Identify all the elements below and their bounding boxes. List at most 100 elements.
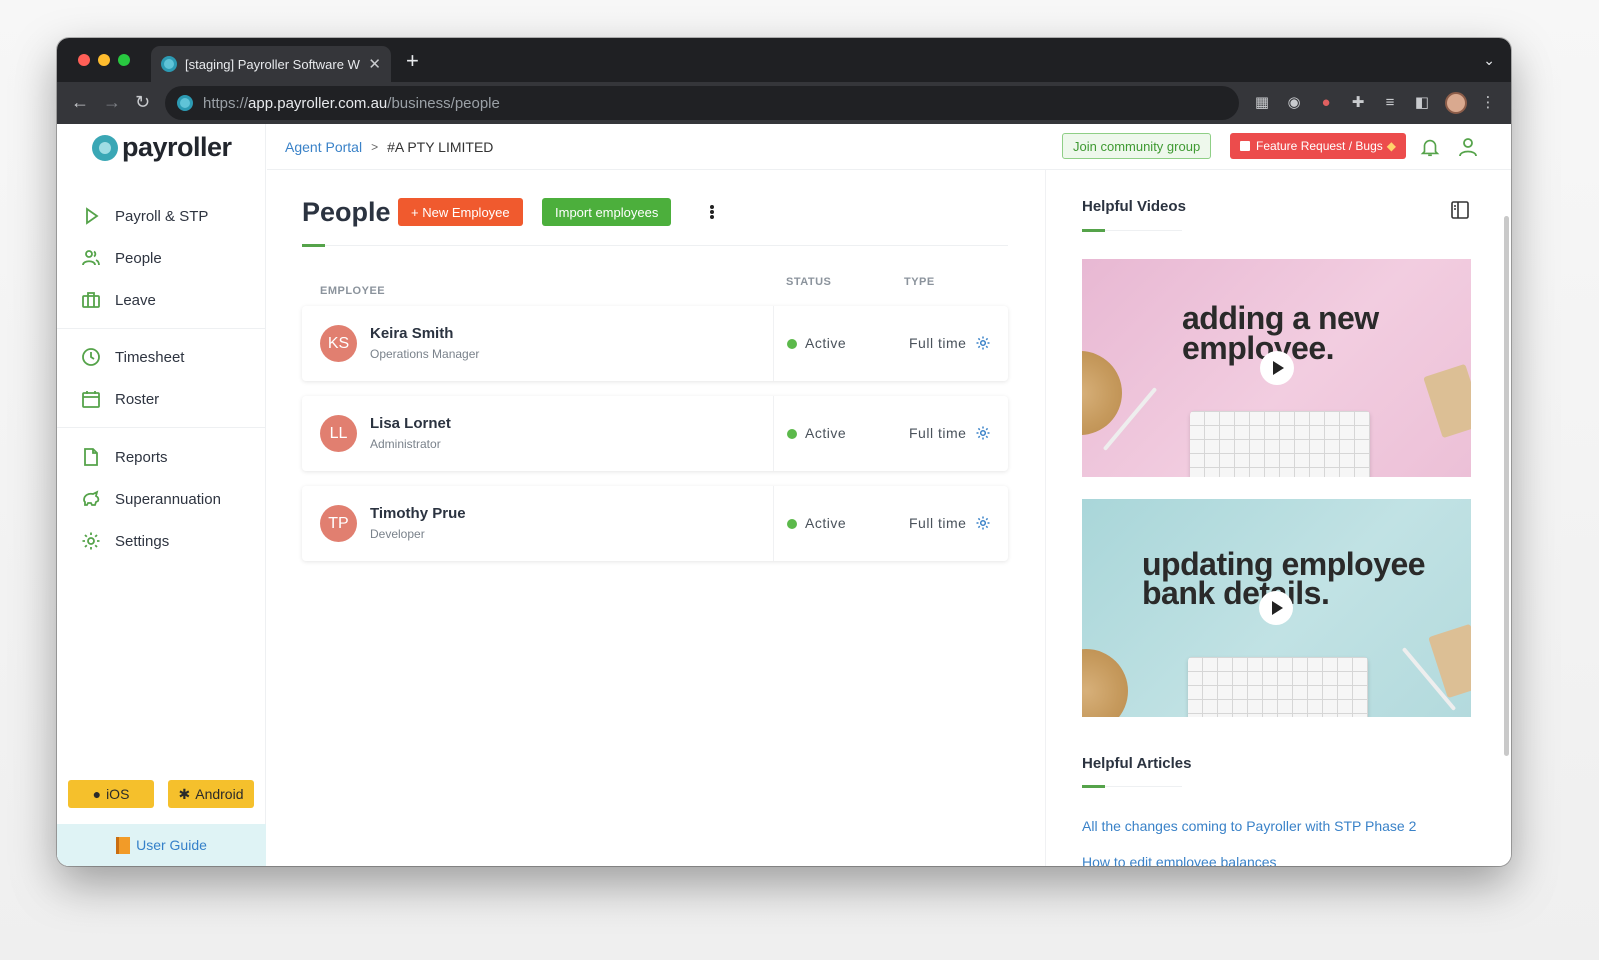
table-row[interactable]: TP Timothy Prue Developer Active Full ti… <box>302 486 1008 561</box>
clock-icon <box>82 348 100 366</box>
new-tab-button[interactable]: + <box>406 50 419 72</box>
user-guide-link[interactable]: User Guide <box>57 824 266 866</box>
sidebar-item-reports[interactable]: Reports <box>81 442 168 472</box>
helpful-articles-heading: Helpful Articles <box>1082 755 1192 772</box>
wood-block-illustration <box>1423 363 1471 439</box>
android-app-button[interactable]: ✱ Android <box>168 780 254 808</box>
column-header-status: STATUS <box>786 276 832 288</box>
breadcrumb-current: #A PTY LIMITED <box>387 139 494 155</box>
employment-type: Full time <box>909 515 967 531</box>
status-dot-icon <box>787 519 797 529</box>
sidebar-item-label: Roster <box>115 390 160 408</box>
employee-role: Operations Manager <box>370 347 480 361</box>
settings-gear-icon[interactable] <box>975 515 991 531</box>
payroller-logo-icon <box>92 134 118 161</box>
employment-type: Full time <box>909 425 967 441</box>
play-outline-icon <box>86 207 99 225</box>
employee-name[interactable]: Timothy Prue <box>370 505 466 522</box>
table-row[interactable]: LL Lisa Lornet Administrator Active Full… <box>302 396 1008 471</box>
status-dot-icon <box>787 429 797 439</box>
play-icon[interactable] <box>1259 591 1293 625</box>
feature-request-label: Feature Request / Bugs <box>1256 139 1383 153</box>
browser-tab[interactable]: [staging] Payroller Software W ✕ <box>151 46 391 82</box>
back-arrow-icon[interactable]: ← <box>71 92 89 112</box>
breadcrumb-separator: > <box>371 140 379 154</box>
avatar: TP <box>320 505 357 542</box>
employee-name[interactable]: Lisa Lornet <box>370 415 451 432</box>
close-tab-icon[interactable]: ✕ <box>368 55 381 73</box>
user-account-icon[interactable] <box>1456 135 1480 159</box>
sidebar-item-label: People <box>115 249 162 267</box>
employee-name[interactable]: Keira Smith <box>370 325 453 342</box>
panel-scrollbar[interactable] <box>1504 216 1509 756</box>
notification-bell-icon[interactable] <box>1419 136 1441 158</box>
sidebar-item-people[interactable]: People <box>81 243 162 273</box>
keyboard-illustration <box>1188 657 1368 717</box>
extension-eyes-icon[interactable]: ◉ <box>1285 94 1303 112</box>
feature-request-button[interactable]: Feature Request / Bugs ◆ <box>1230 133 1406 159</box>
puzzle-extensions-icon[interactable]: ✚ <box>1349 94 1367 112</box>
forward-arrow-icon[interactable]: → <box>103 92 121 112</box>
close-window-button[interactable] <box>78 54 90 66</box>
sidebar-item-label: Superannuation <box>115 490 221 508</box>
briefcase-icon <box>82 292 100 308</box>
row-divider <box>773 486 774 561</box>
media-control-icon[interactable]: ≡ <box>1381 94 1399 112</box>
video-title-line: employee. <box>1182 330 1335 366</box>
browser-tab-bar: [staging] Payroller Software W ✕ + ⌄ <box>57 38 1511 82</box>
sidebar-item-payroll[interactable]: Payroll & STP <box>81 201 208 231</box>
sidebar-item-leave[interactable]: Leave <box>81 285 156 315</box>
article-link[interactable]: All the changes coming to Payroller with… <box>1082 818 1416 834</box>
flag-icon <box>1240 141 1250 151</box>
sidebar-item-timesheet[interactable]: Timesheet <box>81 342 184 372</box>
video-thumbnail[interactable]: updating employee bank details. <box>1082 499 1471 717</box>
calendar-icon <box>82 391 100 408</box>
sidebar-item-superannuation[interactable]: Superannuation <box>81 484 221 514</box>
play-icon[interactable] <box>1260 351 1294 385</box>
settings-gear-icon[interactable] <box>975 335 991 351</box>
ios-label: iOS <box>106 786 130 802</box>
section-underline <box>1082 229 1105 232</box>
payroller-logo[interactable]: payroller <box>92 132 232 163</box>
book-icon <box>116 836 131 854</box>
video-thumbnail[interactable]: adding a new employee. <box>1082 259 1471 477</box>
sidebar-item-label: Settings <box>115 532 170 550</box>
row-divider <box>773 396 774 471</box>
more-options-icon[interactable] <box>707 205 717 221</box>
section-underline <box>1082 785 1105 788</box>
status-badge: Active <box>805 425 847 441</box>
collapse-panel-icon[interactable] <box>1450 200 1470 220</box>
chevron-down-icon[interactable]: ⌄ <box>1483 52 1495 69</box>
table-row[interactable]: KS Keira Smith Operations Manager Active… <box>302 306 1008 381</box>
employee-role: Developer <box>370 527 425 541</box>
profile-avatar[interactable] <box>1445 92 1467 114</box>
avatar: LL <box>320 415 357 452</box>
qr-code-icon[interactable]: ▦ <box>1253 94 1271 112</box>
maximize-window-button[interactable] <box>118 54 130 66</box>
new-employee-button[interactable]: + New Employee <box>398 198 523 226</box>
article-link[interactable]: How to edit employee balances <box>1082 854 1277 866</box>
people-icon <box>82 250 100 266</box>
row-divider <box>773 306 774 381</box>
address-bar[interactable]: https:// app.payroller.com.au /business/… <box>165 86 1239 120</box>
ios-app-button[interactable]: ● iOS <box>68 780 154 808</box>
main-content: People + New Employee Import employees E… <box>267 170 1045 866</box>
title-underline <box>302 244 325 247</box>
browser-menu-icon[interactable]: ⋮ <box>1479 94 1497 112</box>
settings-gear-icon[interactable] <box>975 425 991 441</box>
reload-icon[interactable]: ↻ <box>135 92 150 112</box>
minimize-window-button[interactable] <box>98 54 110 66</box>
side-panel-icon[interactable]: ◧ <box>1413 94 1431 112</box>
extension-rocket-icon[interactable]: ● <box>1317 94 1335 112</box>
sidebar-item-roster[interactable]: Roster <box>81 384 159 414</box>
keyboard-illustration <box>1190 411 1370 477</box>
join-community-button[interactable]: Join community group <box>1062 133 1212 159</box>
sidebar-item-settings[interactable]: Settings <box>81 526 169 556</box>
coaster-illustration <box>1082 649 1128 717</box>
url-scheme: https:// <box>203 94 249 112</box>
user-guide-label: User Guide <box>136 837 207 853</box>
coaster-illustration <box>1082 351 1122 435</box>
import-employees-button[interactable]: Import employees <box>542 198 672 226</box>
breadcrumb-agent-portal[interactable]: Agent Portal <box>285 139 362 155</box>
help-panel: Helpful Videos adding a new employee. up… <box>1045 170 1511 866</box>
